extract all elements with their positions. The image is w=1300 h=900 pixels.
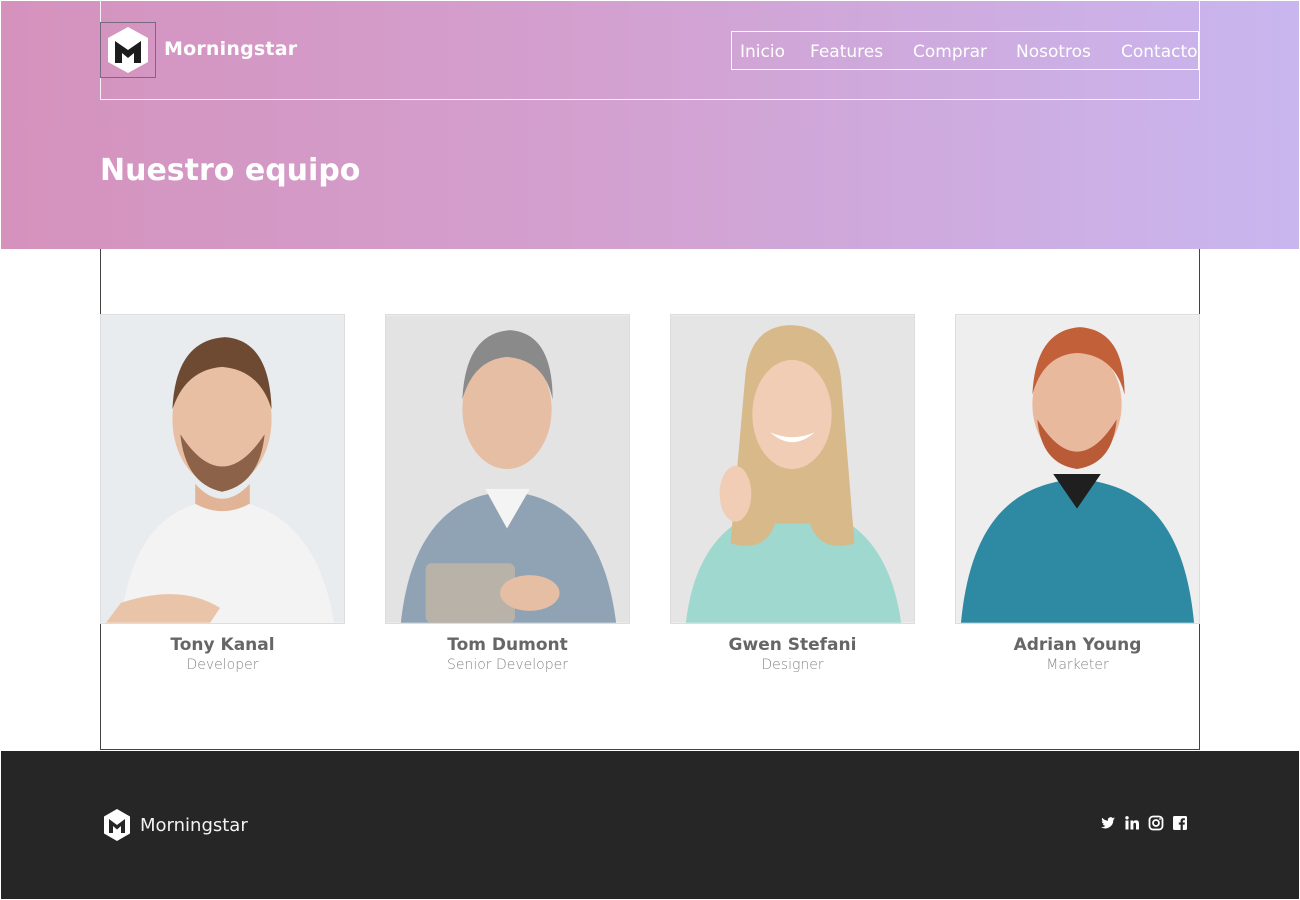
linkedin-icon[interactable] [1124,815,1140,831]
member-name: Tony Kanal [170,635,275,655]
nav-inicio[interactable]: Inicio [740,42,785,62]
member-photo [100,314,345,624]
footer-brand[interactable]: Morningstar [140,815,248,836]
nav-contacto[interactable]: Contacto [1121,42,1198,62]
member-name: Tom Dumont [447,635,568,655]
team-member-card: Adrian Young Marketer [955,314,1200,674]
member-role: Marketer [1046,657,1109,673]
nav-features[interactable]: Features [810,42,883,62]
member-photo [955,314,1200,624]
member-role: Senior Developer [446,657,569,673]
member-role: Designer [761,657,824,673]
brand-name[interactable]: Morningstar [164,38,297,60]
instagram-icon[interactable] [1148,815,1164,831]
footer: Morningstar [1,751,1299,899]
nav-nosotros[interactable]: Nosotros [1016,42,1091,62]
member-name: Gwen Stefani [728,635,857,655]
member-photo [385,314,630,624]
morningstar-logo-icon[interactable] [102,808,132,842]
social-links [1100,815,1188,831]
member-photo [670,314,915,624]
twitter-icon[interactable] [1100,815,1116,831]
logo-link[interactable] [100,22,156,78]
morningstar-logo-icon [108,27,148,73]
team-member-card: Gwen Stefani Designer [670,314,915,674]
member-name: Adrian Young [1013,635,1142,655]
main-nav: Inicio Features Comprar Nosotros Contact… [731,31,1199,70]
page-title: Nuestro equipo [100,153,361,188]
team-member-card: Tony Kanal Developer [100,314,345,674]
facebook-icon[interactable] [1172,815,1188,831]
team-member-card: Tom Dumont Senior Developer [385,314,630,674]
nav-comprar[interactable]: Comprar [913,42,987,62]
member-role: Developer [186,657,259,673]
